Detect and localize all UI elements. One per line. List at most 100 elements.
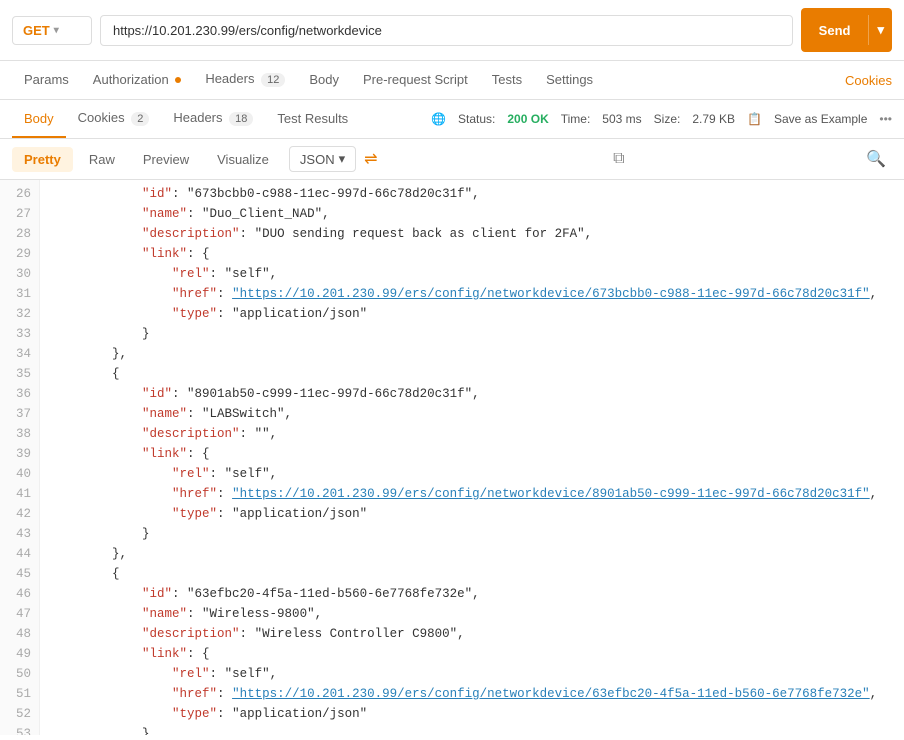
code-line: "rel": "self", xyxy=(52,664,892,684)
size-value: 2.79 KB xyxy=(692,112,735,126)
line-number: 31 xyxy=(8,284,31,304)
send-button-arrow: ▾ xyxy=(868,15,892,45)
code-line: { xyxy=(52,564,892,584)
line-number: 43 xyxy=(8,524,31,544)
code-line: "link": { xyxy=(52,244,892,264)
code-area: 2627282930313233343536373839404142434445… xyxy=(0,180,904,735)
line-number: 34 xyxy=(8,344,31,364)
code-line: "name": "Duo_Client_NAD", xyxy=(52,204,892,224)
line-number: 45 xyxy=(8,564,31,584)
code-line: "link": { xyxy=(52,644,892,664)
time-value: 503 ms xyxy=(602,112,641,126)
code-line: "rel": "self", xyxy=(52,464,892,484)
code-line: }, xyxy=(52,544,892,564)
line-number: 30 xyxy=(8,264,31,284)
json-label: JSON xyxy=(300,152,335,167)
headers-badge: 12 xyxy=(261,73,285,87)
code-line: "description": "", xyxy=(52,424,892,444)
code-line: } xyxy=(52,324,892,344)
copy-icon[interactable]: ⧉ xyxy=(607,146,630,172)
line-number: 49 xyxy=(8,644,31,664)
send-button-label: Send xyxy=(801,16,869,45)
fmt-visualize[interactable]: Visualize xyxy=(205,147,281,172)
save-label[interactable]: Save as Example xyxy=(774,112,867,126)
more-options-icon[interactable]: ••• xyxy=(879,112,892,126)
method-chevron: ▾ xyxy=(54,25,59,36)
href-link[interactable]: "https://10.201.230.99/ers/config/networ… xyxy=(232,487,870,501)
line-number: 29 xyxy=(8,244,31,264)
line-number: 28 xyxy=(8,224,31,244)
code-line: } xyxy=(52,724,892,735)
resp-tab-cookies[interactable]: Cookies 2 xyxy=(66,100,162,138)
status-value: 200 OK xyxy=(507,112,548,126)
code-line: "type": "application/json" xyxy=(52,304,892,324)
json-format-selector[interactable]: JSON ▾ xyxy=(289,146,356,172)
filter-icon[interactable]: ⇌ xyxy=(364,149,377,169)
code-line: }, xyxy=(52,344,892,364)
tab-prerequest[interactable]: Pre-request Script xyxy=(351,62,480,99)
json-chevron: ▾ xyxy=(339,151,346,167)
code-line: "description": "DUO sending request back… xyxy=(52,224,892,244)
code-line: "href": "https://10.201.230.99/ers/confi… xyxy=(52,284,892,304)
format-bar: Pretty Raw Preview Visualize JSON ▾ ⇌ ⧉ … xyxy=(0,139,904,180)
code-line: "type": "application/json" xyxy=(52,504,892,524)
line-number: 33 xyxy=(8,324,31,344)
code-line: { xyxy=(52,364,892,384)
line-number: 40 xyxy=(8,464,31,484)
method-selector[interactable]: GET ▾ xyxy=(12,16,92,45)
status-area: 🌐 Status: 200 OK Time: 503 ms Size: 2.79… xyxy=(431,112,892,126)
tab-headers[interactable]: Headers 12 xyxy=(193,61,297,99)
code-content: "id": "673bcbb0-c988-11ec-997d-66c78d20c… xyxy=(40,180,904,735)
tab-settings[interactable]: Settings xyxy=(534,62,605,99)
fmt-raw[interactable]: Raw xyxy=(77,147,127,172)
code-line: "id": "63efbc20-4f5a-11ed-b560-6e7768fe7… xyxy=(52,584,892,604)
resp-headers-badge: 18 xyxy=(229,112,253,126)
line-number: 48 xyxy=(8,624,31,644)
resp-tab-headers[interactable]: Headers 18 xyxy=(161,100,265,138)
tab-params[interactable]: Params xyxy=(12,62,81,99)
line-number: 38 xyxy=(8,424,31,444)
href-link[interactable]: "https://10.201.230.99/ers/config/networ… xyxy=(232,287,870,301)
search-icon[interactable]: 🔍 xyxy=(860,145,892,173)
url-bar: GET ▾ Send ▾ xyxy=(0,0,904,61)
code-line: "name": "Wireless-9800", xyxy=(52,604,892,624)
tab-tests[interactable]: Tests xyxy=(480,62,534,99)
code-line: "name": "LABSwitch", xyxy=(52,404,892,424)
network-icon: 🌐 xyxy=(431,112,446,126)
line-number: 35 xyxy=(8,364,31,384)
tab-authorization[interactable]: Authorization xyxy=(81,62,194,99)
code-line: "description": "Wireless Controller C980… xyxy=(52,624,892,644)
line-number: 26 xyxy=(8,184,31,204)
code-line: "type": "application/json" xyxy=(52,704,892,724)
line-number: 44 xyxy=(8,544,31,564)
cookies-badge: 2 xyxy=(131,112,149,126)
line-number: 47 xyxy=(8,604,31,624)
resp-tab-testresults[interactable]: Test Results xyxy=(265,101,360,138)
response-tabs: Body Cookies 2 Headers 18 Test Results 🌐… xyxy=(0,100,904,139)
save-icon: 📋 xyxy=(747,112,762,126)
resp-tab-body[interactable]: Body xyxy=(12,101,66,138)
code-line: "href": "https://10.201.230.99/ers/confi… xyxy=(52,684,892,704)
code-line: "link": { xyxy=(52,444,892,464)
size-label: Size: xyxy=(654,112,681,126)
fmt-preview[interactable]: Preview xyxy=(131,147,201,172)
line-number: 51 xyxy=(8,684,31,704)
fmt-pretty[interactable]: Pretty xyxy=(12,147,73,172)
send-button[interactable]: Send ▾ xyxy=(801,8,892,52)
line-number: 36 xyxy=(8,384,31,404)
line-number: 39 xyxy=(8,444,31,464)
time-label: Time: xyxy=(561,112,591,126)
code-line: "id": "673bcbb0-c988-11ec-997d-66c78d20c… xyxy=(52,184,892,204)
href-link[interactable]: "https://10.201.230.99/ers/config/networ… xyxy=(232,687,870,701)
tab-body[interactable]: Body xyxy=(297,62,351,99)
url-input[interactable] xyxy=(100,15,793,46)
authorization-dot xyxy=(175,77,181,83)
line-number: 27 xyxy=(8,204,31,224)
line-number: 32 xyxy=(8,304,31,324)
line-number: 46 xyxy=(8,584,31,604)
line-number: 53 xyxy=(8,724,31,735)
method-value: GET xyxy=(23,23,50,38)
code-line: "href": "https://10.201.230.99/ers/confi… xyxy=(52,484,892,504)
code-line: } xyxy=(52,524,892,544)
cookies-link[interactable]: Cookies xyxy=(845,73,892,88)
